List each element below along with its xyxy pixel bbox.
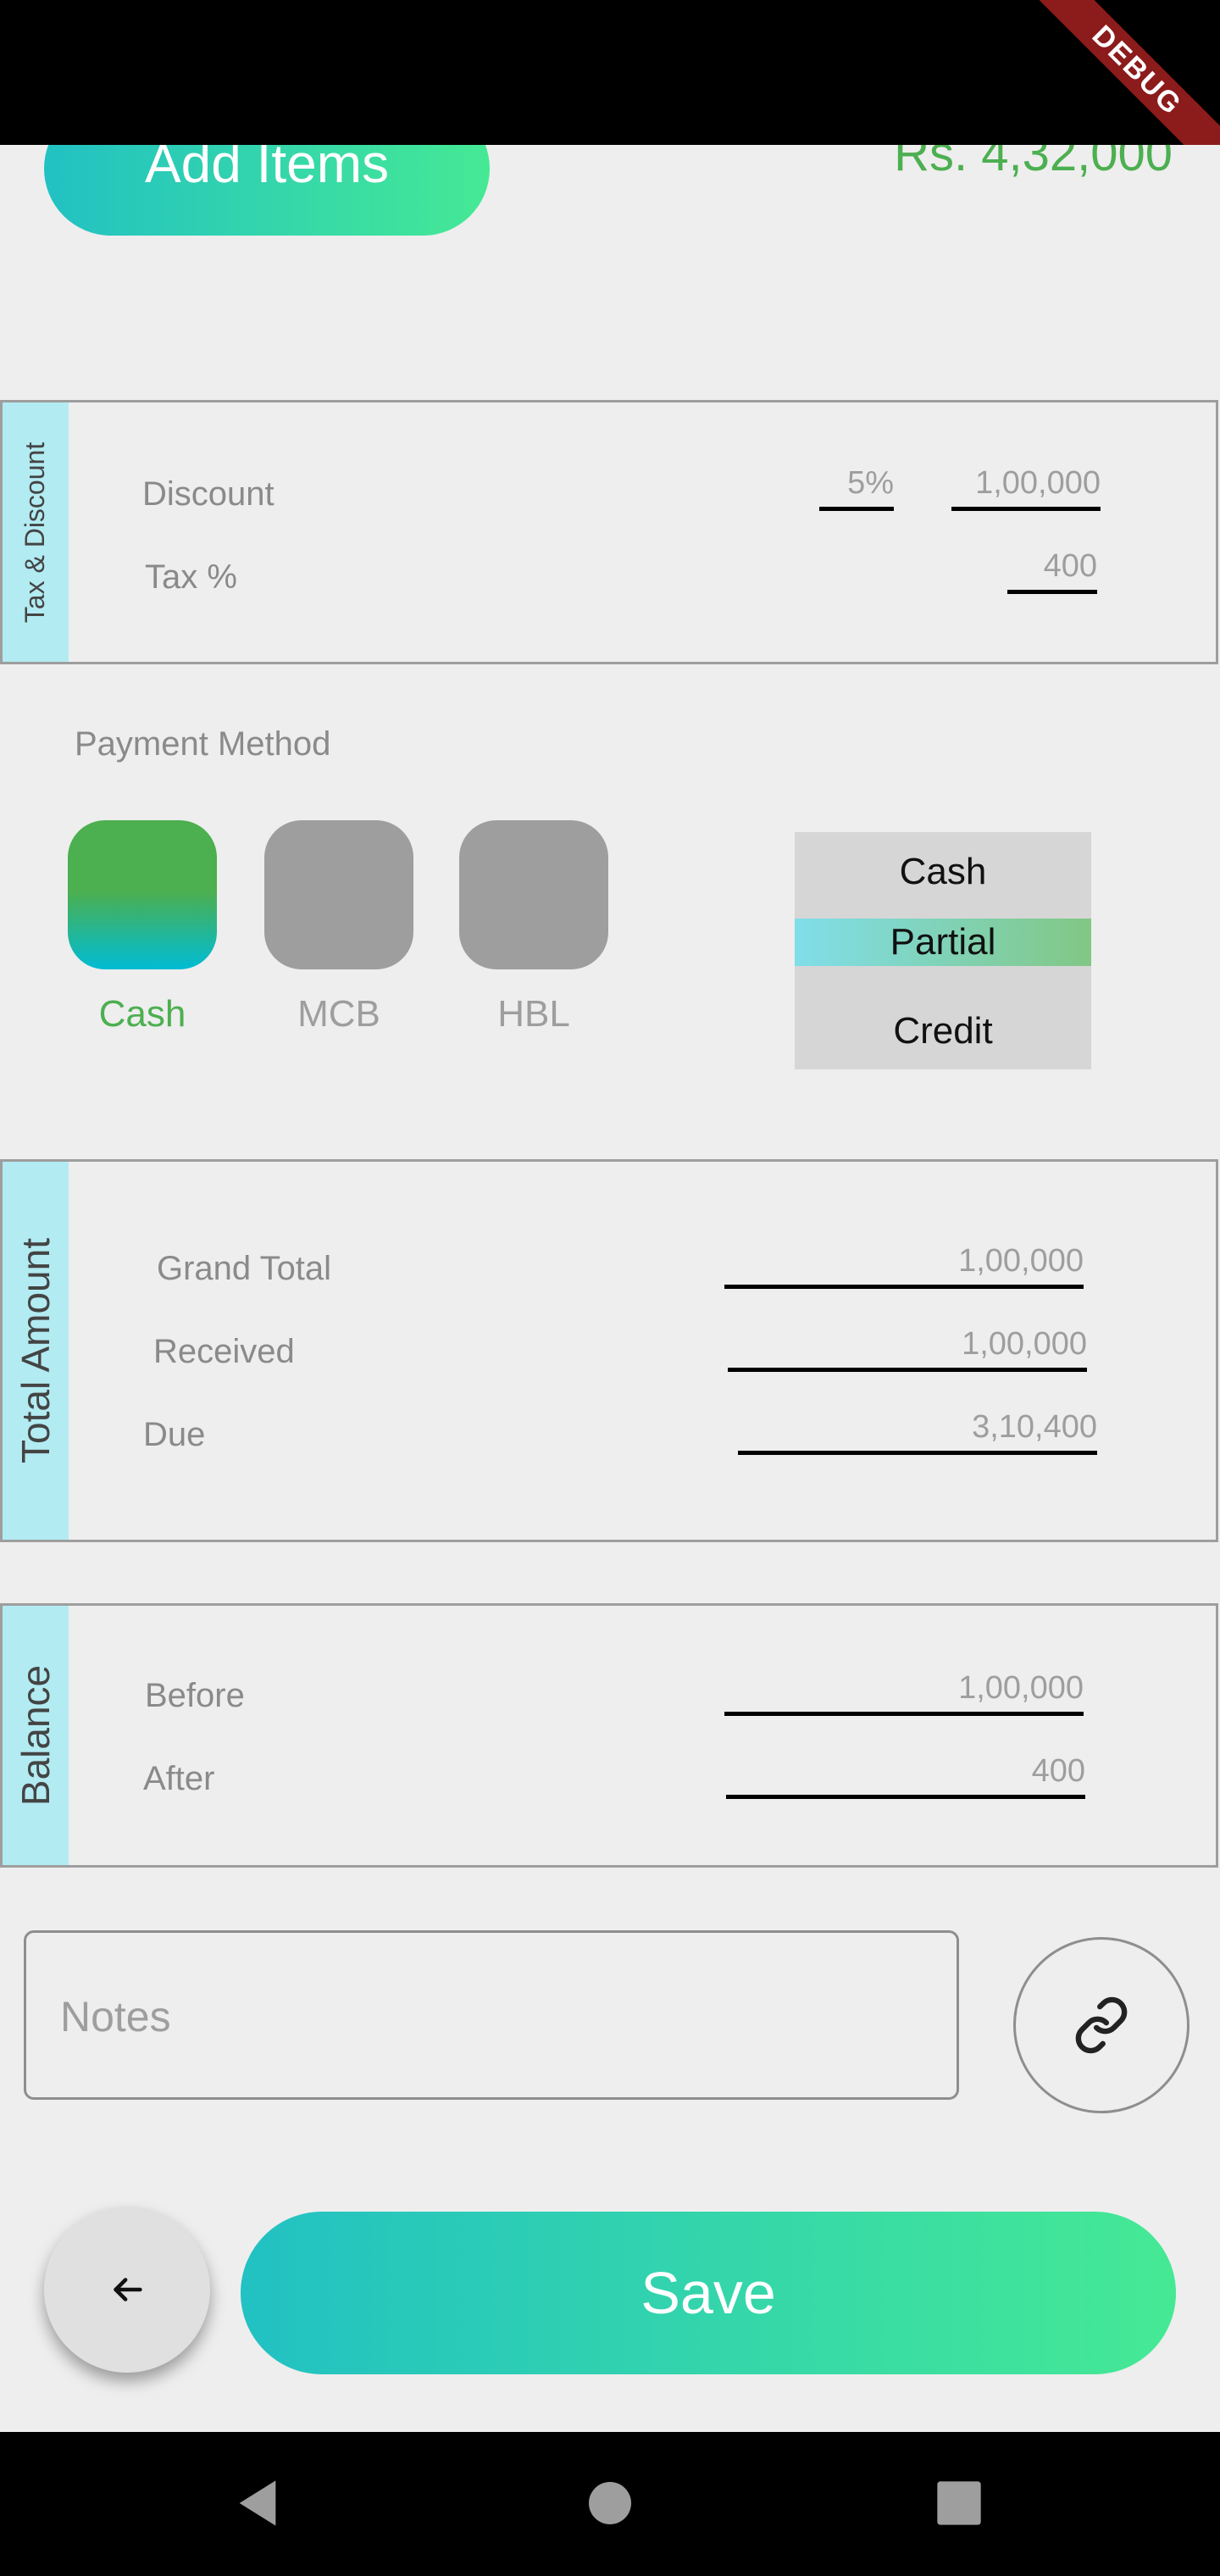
back-button[interactable]: [44, 2207, 210, 2373]
section-title: Tax & Discount: [19, 441, 51, 623]
before-label: Before: [145, 1677, 245, 1714]
grand-total-field[interactable]: 1,00,000: [724, 1243, 1084, 1289]
payment-hbl-label: HBL: [497, 993, 570, 1035]
section-tab: Total Amount: [3, 1162, 69, 1540]
due-field[interactable]: 3,10,400: [738, 1409, 1097, 1455]
grand-total-label: Grand Total: [157, 1250, 332, 1287]
total-amount-section: Total Amount Grand Total 1,00,000 Receiv…: [0, 1159, 1218, 1542]
section-tab: Tax & Discount: [3, 402, 69, 662]
discount-amount-field[interactable]: 1,00,000: [951, 465, 1101, 511]
payment-type-toggle: Cash Partial Credit: [795, 832, 1091, 1069]
payment-mcb-label: MCB: [297, 993, 380, 1035]
due-label: Due: [143, 1416, 206, 1453]
payment-cash-tile[interactable]: [68, 820, 217, 969]
after-label: After: [143, 1760, 215, 1797]
link-icon: [1075, 1996, 1128, 2054]
discount-label: Discount: [142, 475, 274, 513]
attach-button[interactable]: [1013, 1937, 1190, 2113]
status-bar: DEBUG: [0, 0, 1220, 145]
balance-section: Balance Before 1,00,000 After 400: [0, 1603, 1218, 1868]
before-field[interactable]: 1,00,000: [724, 1670, 1084, 1716]
debug-banner: DEBUG: [1015, 0, 1220, 145]
received-field[interactable]: 1,00,000: [728, 1326, 1087, 1372]
save-button[interactable]: Save: [241, 2212, 1176, 2374]
system-nav-bar: [0, 2432, 1220, 2576]
notes-input[interactable]: Notes: [24, 1930, 959, 2100]
tax-field[interactable]: 400: [1007, 548, 1097, 594]
payment-mcb-tile[interactable]: [264, 820, 413, 969]
payment-hbl-tile[interactable]: [459, 820, 608, 969]
section-title: Balance: [14, 1664, 58, 1807]
after-field[interactable]: 400: [726, 1753, 1085, 1799]
payment-cash-label: Cash: [98, 993, 186, 1035]
payment-method-label: Payment Method: [75, 725, 331, 763]
tax-label: Tax %: [145, 558, 237, 596]
section-title: Total Amount: [14, 1238, 58, 1463]
option-credit[interactable]: Credit: [795, 991, 1091, 1070]
discount-percent-field[interactable]: 5%: [819, 465, 894, 511]
section-tab: Balance: [3, 1606, 69, 1865]
nav-home-icon[interactable]: [585, 2478, 635, 2529]
option-cash[interactable]: Cash: [795, 832, 1091, 911]
option-partial[interactable]: Partial: [795, 919, 1091, 966]
tax-discount-section: Tax & Discount Discount 5% 1,00,000 Tax …: [0, 400, 1218, 664]
arrow-back-icon: [114, 2278, 142, 2301]
received-label: Received: [153, 1333, 295, 1370]
nav-back-icon[interactable]: [230, 2476, 285, 2530]
nav-recents-icon[interactable]: [935, 2479, 983, 2527]
